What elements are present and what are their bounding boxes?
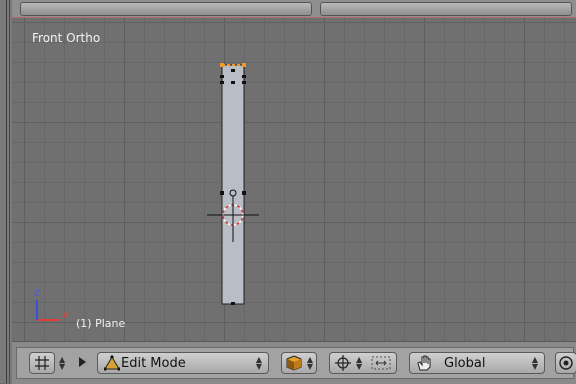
axis-gizmo — [36, 300, 59, 321]
orientation-label: Global — [444, 356, 486, 371]
vertex-top-right[interactable] — [242, 63, 246, 67]
viewport-canvas[interactable] — [12, 18, 576, 341]
vertex-right-mid-top[interactable] — [242, 75, 246, 78]
mode-updown-icon: ▲ ▼ — [255, 355, 262, 371]
mode-selector[interactable]: Edit Mode ▲ ▼ — [97, 352, 269, 374]
shading-cube-icon — [286, 355, 302, 371]
vertex-left-mid[interactable] — [220, 191, 224, 195]
vertex-left-low-top[interactable] — [220, 81, 224, 84]
pivot-updown-icon: ▲ ▼ — [356, 355, 363, 371]
edit-mode-icon — [104, 355, 120, 371]
viewport-shading-button[interactable]: ▲ ▼ — [281, 352, 317, 374]
top-bar-button-left[interactable] — [20, 2, 312, 16]
plane-mesh[interactable] — [221, 64, 245, 305]
shading-updown-icon: ▲ ▼ — [306, 355, 313, 371]
header-toolbar: ▲ ▼ Edit Mode ▲ ▼ ▲ ▼ ▲ ▼ Global ▲ ▼ — [16, 347, 576, 379]
editor-type-updown-icon[interactable]: ▲ ▼ — [59, 356, 65, 371]
viewport-header: ▲ ▼ Edit Mode ▲ ▼ ▲ ▼ ▲ ▼ Global ▲ ▼ — [12, 341, 576, 384]
proportional-edit-button[interactable] — [555, 352, 576, 374]
vertex-top-left[interactable] — [220, 63, 224, 67]
top-bar — [0, 0, 576, 18]
mode-label: Edit Mode — [121, 356, 186, 371]
left-window-edge — [0, 0, 12, 383]
top-bar-button-right[interactable] — [320, 2, 572, 16]
grid-icon — [35, 356, 49, 370]
hand-icon — [417, 355, 431, 371]
manipulator-icon[interactable] — [370, 354, 392, 372]
vertex-right-mid[interactable] — [242, 191, 246, 195]
axis-x-label: x — [62, 308, 69, 321]
view-label: Front Ortho — [32, 31, 101, 45]
axis-z-label: z — [34, 286, 40, 299]
orientation-updown-icon: ▲ ▼ — [531, 355, 538, 371]
triangle-expand-icon[interactable] — [79, 357, 86, 367]
vertex-center-low-top[interactable] — [231, 81, 235, 84]
vertex-left-mid-top[interactable] — [220, 75, 224, 78]
3d-viewport[interactable]: Front Ortho z x (1) Plane — [12, 18, 576, 341]
proportional-icon — [559, 356, 573, 370]
pivot-manipulator-group[interactable]: ▲ ▼ — [329, 352, 397, 374]
vertex-right-low-top[interactable] — [242, 81, 246, 84]
vertex-bottom[interactable] — [231, 302, 235, 305]
pivot-icon[interactable] — [334, 354, 352, 372]
vertex-center-top[interactable] — [231, 69, 235, 72]
orientation-selector[interactable]: Global ▲ ▼ — [409, 352, 545, 374]
editor-type-button[interactable] — [29, 352, 55, 374]
object-label: (1) Plane — [76, 317, 126, 330]
3d-cursor[interactable] — [207, 199, 259, 242]
